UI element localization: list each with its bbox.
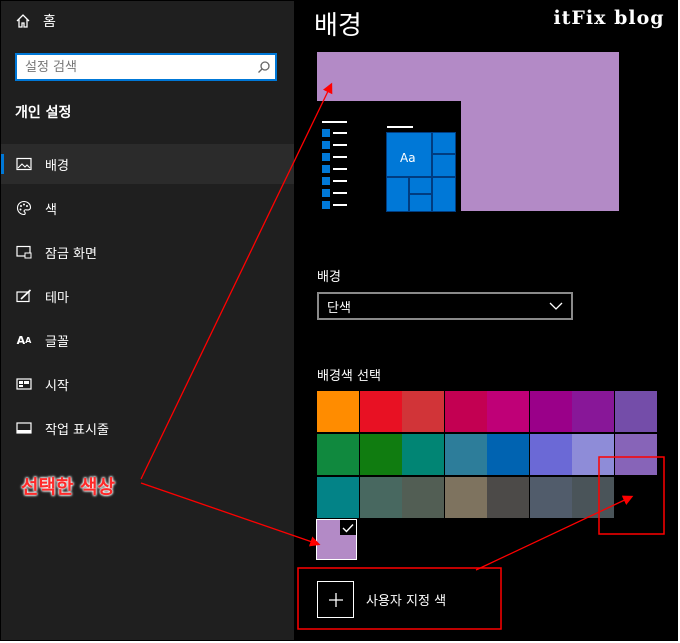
section-title: 개인 설정 [15, 105, 72, 121]
color-swatch[interactable] [444, 477, 487, 518]
color-section-label: 배경색 선택 [317, 369, 381, 384]
watermark: itFix blog [553, 7, 665, 29]
active-indicator [1, 154, 4, 174]
background-type-dropdown[interactable]: 단색 [317, 292, 573, 320]
sidebar-item-label: 색 [45, 202, 57, 218]
color-swatch[interactable] [402, 434, 444, 475]
color-swatch[interactable] [572, 391, 614, 432]
sidebar-item-color[interactable]: 색 [1, 188, 294, 228]
start-tiles-icon [15, 375, 33, 393]
home-link[interactable]: 홈 [15, 11, 56, 31]
color-swatch[interactable] [317, 434, 359, 475]
sidebar-item-label: 잠금 화면 [45, 246, 97, 262]
preview-tiles: Aa [386, 132, 456, 212]
picture-icon [15, 155, 33, 173]
lock-screen-icon [15, 243, 33, 261]
custom-color-button[interactable]: 사용자 지정 색 [317, 581, 446, 618]
color-swatch[interactable] [614, 434, 657, 475]
home-icon [16, 14, 30, 28]
page-title: 배경 [314, 11, 362, 41]
home-label: 홈 [43, 14, 56, 30]
color-swatch[interactable] [487, 434, 529, 475]
background-preview: Aa [317, 52, 619, 212]
color-swatch[interactable] [487, 477, 529, 518]
color-swatch[interactable] [444, 434, 487, 475]
theme-brush-icon [15, 287, 33, 305]
sidebar-item-label: 작업 표시줄 [45, 422, 109, 438]
sidebar-item-theme[interactable]: 테마 [1, 276, 294, 316]
color-swatch[interactable] [317, 477, 359, 518]
sidebar-item-start[interactable]: 시작 [1, 364, 294, 404]
sidebar: 홈 개인 설정 배경 색 잠금 화면 [1, 1, 294, 640]
color-swatch[interactable] [317, 391, 359, 432]
color-swatch[interactable] [529, 434, 572, 475]
annotation-label: 선택한 색상 [21, 476, 116, 498]
sidebar-item-label: 시작 [45, 378, 69, 394]
color-swatch[interactable] [359, 477, 402, 518]
search-input[interactable] [23, 55, 253, 79]
sidebar-item-label: 배경 [45, 158, 69, 174]
dropdown-value: 단색 [327, 300, 351, 316]
color-swatch[interactable] [359, 391, 402, 432]
color-swatch[interactable] [359, 434, 402, 475]
color-swatch[interactable] [529, 391, 572, 432]
selected-color-swatch[interactable] [316, 519, 357, 560]
color-swatch[interactable] [402, 477, 444, 518]
custom-color-label: 사용자 지정 색 [366, 594, 447, 609]
preview-tile-text: Aa [400, 151, 416, 165]
checkmark-icon [340, 520, 356, 535]
taskbar-icon [15, 419, 33, 437]
chevron-down-icon [549, 302, 563, 310]
palette-icon [15, 199, 33, 217]
search-box[interactable] [15, 53, 277, 81]
font-icon: AA [16, 333, 32, 347]
color-swatch[interactable] [572, 434, 614, 475]
color-swatch[interactable] [614, 391, 657, 432]
color-swatch[interactable] [487, 391, 529, 432]
sidebar-item-label: 글꼴 [45, 334, 69, 350]
sidebar-item-taskbar[interactable]: 작업 표시줄 [1, 408, 294, 448]
sidebar-item-lock-screen[interactable]: 잠금 화면 [1, 232, 294, 272]
sidebar-item-label: 테마 [45, 290, 69, 306]
sidebar-item-fonts[interactable]: AA 글꼴 [1, 320, 294, 360]
sidebar-item-background[interactable]: 배경 [1, 144, 294, 184]
plus-icon [317, 581, 354, 618]
color-swatch[interactable] [572, 477, 614, 518]
settings-window: 홈 개인 설정 배경 색 잠금 화면 [0, 0, 678, 641]
search-icon[interactable] [253, 56, 275, 78]
color-swatch[interactable] [444, 391, 487, 432]
main-content: 배경 itFix blog Aa 배경 단색 배경색 선택 사용자 지정 색 [294, 1, 677, 640]
background-type-label: 배경 [317, 270, 341, 285]
color-swatch[interactable] [529, 477, 572, 518]
color-swatch[interactable] [402, 391, 444, 432]
